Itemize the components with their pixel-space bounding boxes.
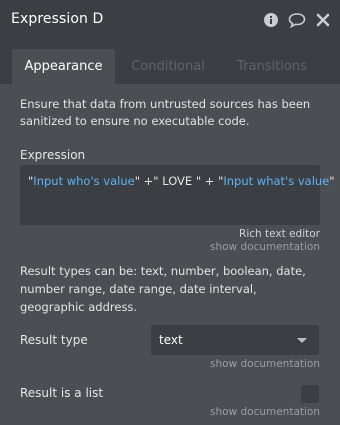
tab-conditional[interactable]: Conditional	[122, 49, 214, 84]
sanitize-warning: Ensure that data from untrusted sources …	[20, 97, 311, 128]
header-icons	[262, 11, 332, 29]
result-type-dropdown[interactable]: text	[151, 325, 319, 355]
expr-quote-close: "	[329, 174, 335, 188]
tab-bar: Appearance Conditional Transitions	[0, 42, 340, 84]
expression-content: " Input who's value" +" LOVE " + "Input w…	[28, 174, 335, 188]
panel-header: Expression D	[0, 0, 340, 42]
panel-title: Expression D	[11, 11, 104, 27]
result-type-label: Result type	[20, 333, 88, 347]
result-is-list-checkbox[interactable]	[301, 385, 319, 403]
result-type-value: text	[159, 333, 183, 347]
result-is-list-show-documentation[interactable]: show documentation	[210, 406, 320, 418]
comment-icon[interactable]	[288, 11, 306, 29]
info-icon[interactable]	[262, 11, 280, 29]
rich-text-editor-link[interactable]: Rich text editor	[239, 228, 320, 240]
expression-editor[interactable]: " Input who's value" +" LOVE " + "Input w…	[20, 165, 335, 225]
close-icon[interactable]	[314, 11, 332, 29]
expr-dynamic-token-what[interactable]: Input what's value	[223, 174, 329, 188]
result-type-show-documentation[interactable]: show documentation	[210, 358, 320, 370]
expr-dynamic-token-who[interactable]: Input who's value	[33, 174, 134, 188]
result-is-list-label: Result is a list	[20, 386, 104, 400]
expr-literal-love: " +" LOVE " + "	[134, 174, 224, 188]
chevron-down-icon	[297, 338, 307, 343]
result-types-info: Result types can be: text, number, boole…	[20, 264, 306, 314]
expression-label: Expression	[20, 148, 86, 162]
tab-transitions[interactable]: Transitions	[224, 49, 320, 84]
tab-appearance[interactable]: Appearance	[12, 49, 115, 84]
expression-show-documentation[interactable]: show documentation	[210, 241, 320, 253]
